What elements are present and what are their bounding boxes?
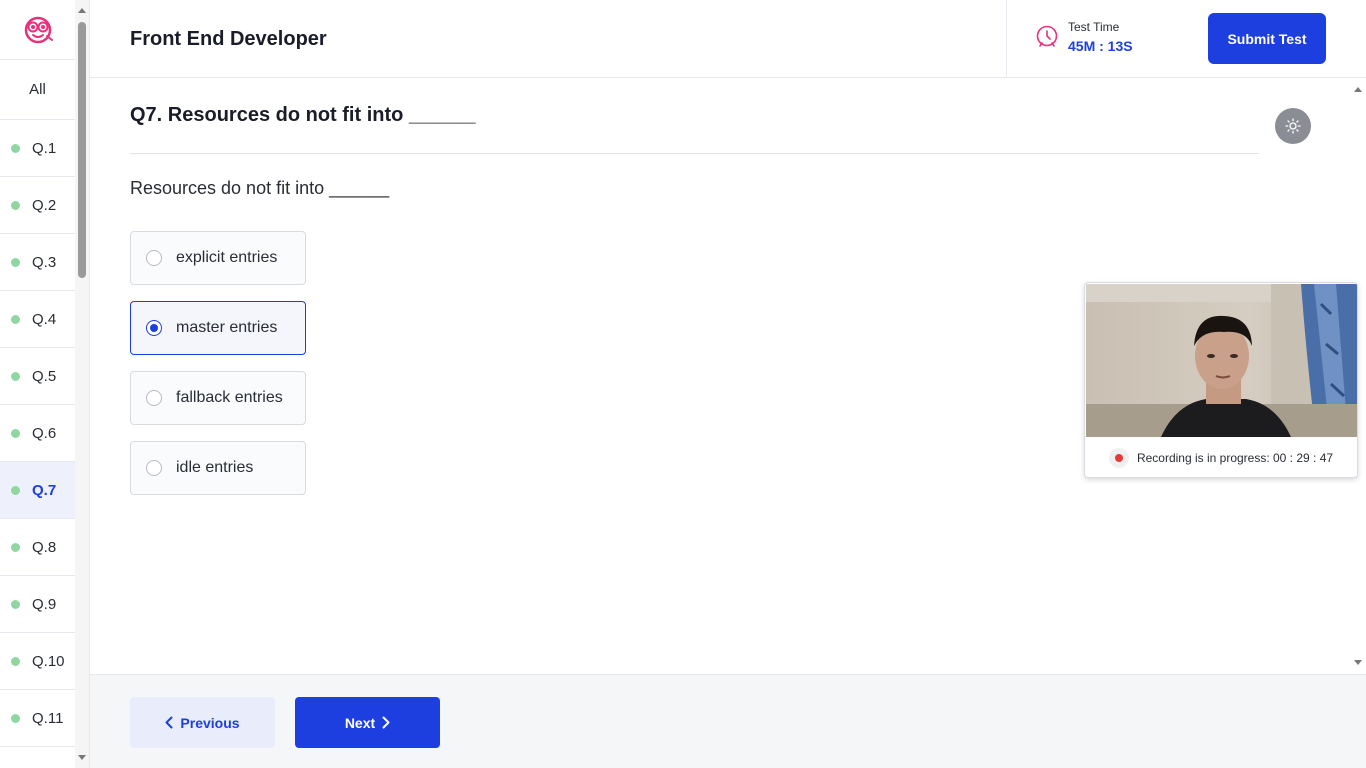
sidebar-filter-all[interactable]: All xyxy=(0,60,75,120)
answered-status-dot-icon xyxy=(11,428,20,438)
header-divider xyxy=(1006,0,1007,78)
answered-status-dot-icon xyxy=(11,656,20,666)
option-label: master entries xyxy=(176,319,278,336)
sidebar-item-label: Q.8 xyxy=(32,538,57,556)
test-timer: Test Time 45M : 13S xyxy=(1034,20,1133,54)
clock-icon xyxy=(1036,25,1058,47)
sidebar-item-q2[interactable]: Q.2 xyxy=(0,177,75,234)
question-text: Resources do not fit into ______ xyxy=(130,178,390,198)
recording-status-text: Recording is in progress: 00 : 29 : 47 xyxy=(1136,451,1334,465)
option-label: explicit entries xyxy=(176,249,278,266)
sidebar-item-label: Q.3 xyxy=(32,253,57,271)
answer-option-2[interactable]: master entries xyxy=(130,301,306,355)
sidebar-item-q4[interactable]: Q.4 xyxy=(0,291,75,348)
radio-button[interactable] xyxy=(146,390,162,406)
scroll-down-arrow-icon[interactable] xyxy=(1354,660,1362,665)
answered-status-dot-icon xyxy=(11,485,20,495)
logo xyxy=(0,0,75,60)
sidebar-item-q10[interactable]: Q.10 xyxy=(0,633,75,690)
timer-label: Test Time xyxy=(1068,20,1120,34)
sidebar-item-label: Q.10 xyxy=(32,652,65,670)
sidebar-scroll-thumb[interactable] xyxy=(78,22,86,278)
sidebar-item-label: Q.6 xyxy=(32,424,57,442)
answer-option-3[interactable]: fallback entries xyxy=(130,371,306,425)
answered-status-dot-icon xyxy=(11,143,20,153)
question-sidebar: All Q.1 Q.2 Q.3 Q.4 Q.5 Q.6 Q.7 Q.8 Q.9 Q.10 Q.11 xyxy=(0,0,75,768)
sidebar-item-q11[interactable]: Q.11 xyxy=(0,690,75,747)
webcam-video xyxy=(1086,284,1357,437)
sidebar-item-label: Q.9 xyxy=(32,595,57,613)
answered-status-dot-icon xyxy=(11,257,20,267)
submit-test-button[interactable]: Submit Test xyxy=(1208,13,1326,64)
sidebar-item-label: Q.5 xyxy=(32,367,57,385)
sidebar-item-q9[interactable]: Q.9 xyxy=(0,576,75,633)
answer-option-1[interactable]: explicit entries xyxy=(130,231,306,285)
brand-logo-icon xyxy=(24,16,53,43)
answer-options: explicit entries master entries fallback e… xyxy=(130,231,306,511)
webcam-preview: Recording is in progress: 00 : 29 : 47 xyxy=(1084,282,1358,478)
option-label: idle entries xyxy=(176,459,254,476)
next-button[interactable]: Next xyxy=(295,697,440,748)
sidebar-item-label: Q.4 xyxy=(32,310,57,328)
sidebar-scrollbar[interactable] xyxy=(75,0,90,768)
radio-button[interactable] xyxy=(146,250,162,266)
previous-button-label: Previous xyxy=(180,714,240,731)
scroll-up-arrow-icon[interactable] xyxy=(1354,87,1362,92)
question-divider xyxy=(130,153,1259,154)
sidebar-item-q7[interactable]: Q.7 xyxy=(0,462,75,519)
answered-status-dot-icon xyxy=(11,542,20,552)
sidebar-item-label: Q.2 xyxy=(32,196,57,214)
next-button-label: Next xyxy=(344,714,376,731)
scroll-up-arrow-icon[interactable] xyxy=(78,8,86,13)
sidebar-item-label: Q.7 xyxy=(32,481,57,499)
timer-value: 45M : 13S xyxy=(1068,38,1133,54)
sidebar-item-q1[interactable]: Q.1 xyxy=(0,120,75,177)
navigation-footer: Previous Next xyxy=(90,674,1366,768)
recording-status: Recording is in progress: 00 : 29 : 47 xyxy=(1085,439,1357,477)
test-title: Front End Developer xyxy=(130,28,327,50)
answered-status-dot-icon xyxy=(11,599,20,609)
answer-option-4[interactable]: idle entries xyxy=(130,441,306,495)
sidebar-item-label: Q.1 xyxy=(32,139,57,157)
answered-status-dot-icon xyxy=(11,713,20,723)
question-list: Q.1 Q.2 Q.3 Q.4 Q.5 Q.6 Q.7 Q.8 Q.9 Q.10 Q.11 xyxy=(0,120,75,747)
page-header: Front End Developer Test Time 45M : 13S … xyxy=(90,0,1366,78)
sun-icon xyxy=(1285,118,1301,134)
answered-status-dot-icon xyxy=(11,371,20,381)
sidebar-item-q8[interactable]: Q.8 xyxy=(0,519,75,576)
previous-button[interactable]: Previous xyxy=(130,697,275,748)
option-label: fallback entries xyxy=(176,389,283,406)
radio-button[interactable] xyxy=(146,460,162,476)
radio-button[interactable] xyxy=(146,320,162,336)
answered-status-dot-icon xyxy=(11,200,20,210)
question-title: Q7. Resources do not fit into ______ xyxy=(130,104,476,126)
sidebar-item-q6[interactable]: Q.6 xyxy=(0,405,75,462)
theme-toggle-button[interactable] xyxy=(1275,108,1311,144)
sidebar-item-label: Q.11 xyxy=(32,709,64,727)
chevron-right-icon xyxy=(382,716,390,729)
answered-status-dot-icon xyxy=(11,314,20,324)
webcam-feed-image xyxy=(1086,284,1357,437)
scroll-down-arrow-icon[interactable] xyxy=(78,755,86,760)
recording-dot-icon xyxy=(1108,448,1129,468)
chevron-left-icon xyxy=(165,716,173,729)
sidebar-item-q5[interactable]: Q.5 xyxy=(0,348,75,405)
sidebar-item-q3[interactable]: Q.3 xyxy=(0,234,75,291)
